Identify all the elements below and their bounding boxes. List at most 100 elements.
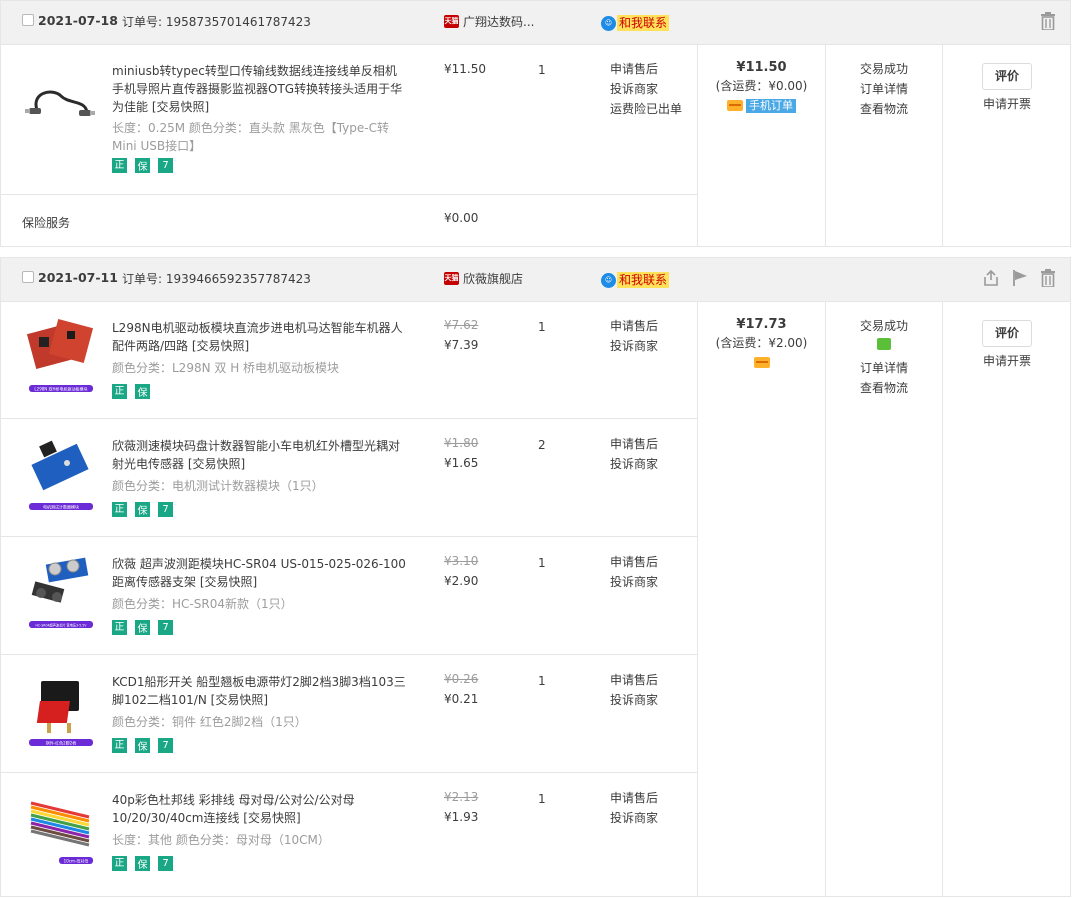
order-detail-link[interactable]: 订单详情 (826, 358, 942, 378)
order-detail-link[interactable]: 订单详情 (826, 79, 942, 99)
complain-link[interactable]: 投诉商家 (610, 79, 682, 99)
seven-day-return-badge-icon[interactable]: 7 (158, 738, 173, 753)
product-title-link[interactable]: 欣薇 超声波测距模块HC-SR04 US-015-025-026-100距离传感… (112, 555, 408, 591)
shop-link[interactable]: 天猫 欣薇旗舰店 (444, 270, 523, 287)
contact-seller-button[interactable]: ☺ 和我联系 (601, 272, 670, 288)
order-item: miniusb转typec转型口传输线数据线连接线单反相机手机导照片直传器摄影监… (1, 44, 697, 195)
shipping-insurance-link[interactable]: 运费险已出单 (610, 99, 682, 119)
status-text: 交易成功 (859, 319, 908, 333)
item-price: ¥2.90 (444, 574, 479, 588)
original-price: ¥2.13 (444, 790, 479, 804)
view-logistics-link[interactable]: 查看物流 (826, 99, 942, 119)
item-quantity: 1 (538, 674, 546, 688)
total-amount: ¥11.50 (736, 60, 787, 75)
wangwang-icon: ☺ (601, 272, 616, 288)
product-thumbnail[interactable]: 铜件-红色2脚2档 (23, 665, 99, 746)
after-sales-link[interactable]: 申请售后 (610, 552, 658, 572)
product-thumbnail[interactable]: 电机测试计数器模块 (23, 429, 99, 510)
service-badges: 正 保 7 (112, 158, 173, 173)
svg-text:HC-SR04超声波芯片 宽电压3-5.5V: HC-SR04超声波芯片 宽电压3-5.5V (35, 623, 87, 628)
seven-day-return-badge-icon[interactable]: 7 (158, 158, 173, 173)
insurance-price: ¥0.00 (444, 211, 479, 225)
svg-text:L298N 双H桥电机驱动板模块: L298N 双H桥电机驱动板模块 (34, 386, 87, 392)
genuine-badge-icon[interactable]: 正 (112, 502, 127, 517)
trash-icon[interactable] (1040, 12, 1056, 30)
product-thumbnail[interactable]: 10cm-母对母 (23, 783, 99, 864)
invoice-link[interactable]: 申请开票 (943, 352, 1071, 369)
genuine-badge-icon[interactable]: 正 (112, 738, 127, 753)
tmall-icon: 天猫 (444, 15, 459, 28)
seven-day-return-badge-icon[interactable]: 7 (158, 620, 173, 635)
item-quantity: 1 (538, 556, 546, 570)
after-sales-link[interactable]: 申请售后 (610, 59, 682, 79)
shipping-fee: (含运费：¥2.00) (715, 336, 808, 350)
product-title-link[interactable]: 40p彩色杜邦线 彩排线 母对母/公对公/公对母10/20/30/40cm连接线… (112, 791, 408, 827)
product-title-link[interactable]: miniusb转typec转型口传输线数据线连接线单反相机手机导照片直传器摄影监… (112, 62, 408, 116)
invoice-link[interactable]: 申请开票 (943, 95, 1071, 112)
order-actions: 评价 申请开票 (943, 320, 1071, 369)
order-total: ¥17.73 (含运费：¥2.00) (698, 317, 825, 369)
complain-link[interactable]: 投诉商家 (610, 454, 658, 474)
order-item: 铜件-红色2脚2档 KCD1船形开关 船型翘板电源带灯2脚2档3脚3档103三脚… (1, 655, 697, 773)
product-title-link[interactable]: L298N电机驱动板模块直流步进电机马达智能车机器人配件两路/四路 [交易快照] (112, 319, 408, 355)
seven-day-return-badge-icon[interactable]: 7 (158, 502, 173, 517)
genuine-badge-icon[interactable]: 正 (112, 384, 127, 399)
complain-link[interactable]: 投诉商家 (610, 336, 658, 356)
guarantee-badge-icon[interactable]: 保 (135, 502, 150, 517)
contact-label: 和我联系 (617, 15, 670, 31)
genuine-badge-icon[interactable]: 正 (112, 856, 127, 871)
share-icon[interactable] (982, 269, 1000, 287)
guarantee-badge-icon[interactable]: 保 (135, 738, 150, 753)
after-sales-link[interactable]: 申请售后 (610, 670, 658, 690)
item-price: ¥7.39 (444, 338, 479, 352)
genuine-badge-icon[interactable]: 正 (112, 158, 127, 173)
shop-link[interactable]: 天猫 广翔达数码... (444, 13, 534, 30)
product-thumbnail[interactable] (23, 62, 99, 142)
complain-link[interactable]: 投诉商家 (610, 572, 658, 592)
complain-link[interactable]: 投诉商家 (610, 690, 658, 710)
after-sales-link[interactable]: 申请售后 (610, 316, 658, 336)
flag-icon[interactable] (1012, 269, 1028, 287)
item-operations: 申请售后 投诉商家 (610, 316, 658, 356)
review-button[interactable]: 评价 (982, 63, 1032, 90)
guarantee-badge-icon[interactable]: 保 (135, 856, 150, 871)
product-title-link[interactable]: KCD1船形开关 船型翘板电源带灯2脚2档3脚3档103三脚102二档101/N… (112, 673, 408, 709)
genuine-badge-icon[interactable]: 正 (112, 620, 127, 635)
order-header: 2021-07-11 订单号: 1939466592357787423 天猫 欣… (1, 258, 1070, 302)
order-card: 2021-07-18 订单号: 1958735701461787423 天猫 广… (0, 0, 1071, 247)
view-logistics-link[interactable]: 查看物流 (826, 378, 942, 398)
product-thumbnail[interactable]: L298N 双H桥电机驱动板模块 (23, 311, 99, 392)
product-title-link[interactable]: 欣薇测速模块码盘计数器智能小车电机红外槽型光耦对射光电传感器 [交易快照] (112, 437, 408, 473)
item-operations: 申请售后 投诉商家 (610, 552, 658, 592)
svg-text:铜件-红色2脚2档: 铜件-红色2脚2档 (46, 740, 77, 746)
trash-icon[interactable] (1040, 269, 1056, 287)
shop-name: 欣薇旗舰店 (463, 272, 524, 286)
tmall-icon: 天猫 (444, 272, 459, 285)
order-date: 2021-07-11 (38, 270, 118, 285)
guarantee-badge-icon[interactable]: 保 (135, 158, 150, 173)
guarantee-badge-icon[interactable]: 保 (135, 384, 150, 399)
mobile-order-tag: 手机订单 (746, 98, 796, 113)
after-sales-link[interactable]: 申请售后 (610, 788, 658, 808)
product-thumbnail[interactable]: HC-SR04超声波芯片 宽电压3-5.5V (23, 547, 99, 628)
order-number: 订单号: 1939466592357787423 (122, 272, 311, 286)
chat-icon[interactable] (877, 338, 891, 350)
order-header: 2021-07-18 订单号: 1958735701461787423 天猫 广… (1, 1, 1070, 45)
review-button[interactable]: 评价 (982, 320, 1032, 347)
contact-seller-button[interactable]: ☺ 和我联系 (601, 15, 670, 31)
seven-day-return-badge-icon[interactable]: 7 (158, 856, 173, 871)
order-checkbox[interactable] (22, 14, 34, 26)
item-quantity: 1 (538, 792, 546, 806)
order-checkbox[interactable] (22, 271, 34, 283)
item-price: ¥1.93 (444, 810, 479, 824)
order-card: 2021-07-11 订单号: 1939466592357787423 天猫 欣… (0, 257, 1071, 897)
guarantee-badge-icon[interactable]: 保 (135, 620, 150, 635)
item-quantity: 1 (538, 63, 546, 77)
svg-text:10cm-母对母: 10cm-母对母 (64, 858, 89, 864)
item-quantity: 2 (538, 438, 546, 452)
service-badges: 正 保 (112, 384, 150, 399)
header-actions (1040, 12, 1056, 30)
complain-link[interactable]: 投诉商家 (610, 808, 658, 828)
after-sales-link[interactable]: 申请售后 (610, 434, 658, 454)
service-badges: 正 保 7 (112, 856, 173, 871)
